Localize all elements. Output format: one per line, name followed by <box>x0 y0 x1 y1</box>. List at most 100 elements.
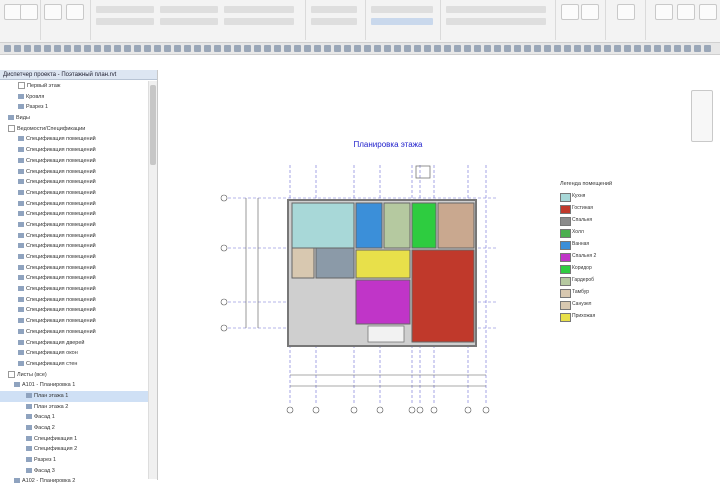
toolbar-icon[interactable] <box>314 45 321 52</box>
toolbar-icon[interactable] <box>384 45 391 52</box>
toolbar-icon[interactable] <box>464 45 471 52</box>
tree-item[interactable]: Спецификация помещений <box>0 295 148 306</box>
tree-item[interactable]: Ведомости/Спецификации <box>0 124 148 135</box>
toolbar-icon[interactable] <box>74 45 81 52</box>
toolbar-icon[interactable] <box>684 45 691 52</box>
ribbon-button[interactable] <box>371 6 433 13</box>
toolbar-icon[interactable] <box>244 45 251 52</box>
tree-item[interactable]: Спецификация помещений <box>0 284 148 295</box>
toolbar-icon[interactable] <box>614 45 621 52</box>
tree-item[interactable]: Спецификация помещений <box>0 327 148 338</box>
tree-item[interactable]: Спецификация помещений <box>0 167 148 178</box>
toolbar-icon[interactable] <box>484 45 491 52</box>
ribbon-button[interactable] <box>160 6 218 13</box>
toolbar-icon[interactable] <box>584 45 591 52</box>
tree-item[interactable]: Спецификация помещений <box>0 231 148 242</box>
toolbar-icon[interactable] <box>454 45 461 52</box>
toolbar-icon[interactable] <box>174 45 181 52</box>
toolbar-icon[interactable] <box>24 45 31 52</box>
ribbon-button[interactable] <box>699 4 717 20</box>
tree-item[interactable]: Разрез 1 <box>0 455 148 466</box>
drawing-canvas[interactable]: Планировка этажа Легенда помещений Кухня… <box>158 70 720 480</box>
tree-item[interactable]: Спецификация помещений <box>0 156 148 167</box>
tree-item[interactable]: Фасад 2 <box>0 423 148 434</box>
tree-item[interactable]: Спецификация помещений <box>0 188 148 199</box>
toolbar-icon[interactable] <box>694 45 701 52</box>
toolbar-icon[interactable] <box>434 45 441 52</box>
tree-item[interactable]: Разрез 1 <box>0 102 148 113</box>
expand-toggle-icon[interactable] <box>8 370 15 378</box>
toolbar-icon[interactable] <box>114 45 121 52</box>
toolbar-icon[interactable] <box>34 45 41 52</box>
toolbar-icon[interactable] <box>194 45 201 52</box>
toolbar-icon[interactable] <box>184 45 191 52</box>
ribbon-button[interactable] <box>655 4 673 20</box>
tree-item[interactable]: Спецификация помещений <box>0 263 148 274</box>
toolbar-icon[interactable] <box>224 45 231 52</box>
toolbar-icon[interactable] <box>294 45 301 52</box>
toolbar-icon[interactable] <box>214 45 221 52</box>
toolbar-icon[interactable] <box>564 45 571 52</box>
toolbar-icon[interactable] <box>404 45 411 52</box>
toolbar-icon[interactable] <box>254 45 261 52</box>
tree-item[interactable]: Виды <box>0 113 148 124</box>
toolbar-icon[interactable] <box>234 45 241 52</box>
toolbar-icon[interactable] <box>164 45 171 52</box>
toolbar-icon[interactable] <box>134 45 141 52</box>
toolbar-icon[interactable] <box>124 45 131 52</box>
tree-item[interactable]: А101 - Планировка 1 <box>0 380 148 391</box>
tree-item[interactable]: Листы (все) <box>0 370 148 381</box>
tree-item[interactable]: Кровля <box>0 92 148 103</box>
toolbar-icon[interactable] <box>104 45 111 52</box>
tree-item[interactable]: Спецификация помещений <box>0 305 148 316</box>
tree-scrollbar[interactable] <box>148 81 157 479</box>
toolbar-icon[interactable] <box>424 45 431 52</box>
toolbar-icon[interactable] <box>284 45 291 52</box>
toolbar-icon[interactable] <box>304 45 311 52</box>
toolbar-icon[interactable] <box>204 45 211 52</box>
toolbar-icon[interactable] <box>344 45 351 52</box>
toolbar-icon[interactable] <box>474 45 481 52</box>
toolbar-icon[interactable] <box>354 45 361 52</box>
toolbar-icon[interactable] <box>394 45 401 52</box>
ribbon-button[interactable] <box>311 18 357 25</box>
tree-item[interactable]: Спецификация 2 <box>0 444 148 455</box>
tree-item[interactable]: А102 - Планировка 2 <box>0 476 148 487</box>
toolbar-icon[interactable] <box>64 45 71 52</box>
toolbar-icon[interactable] <box>554 45 561 52</box>
tree-item[interactable]: Спецификация помещений <box>0 177 148 188</box>
ribbon-button[interactable] <box>224 18 294 25</box>
tree-item[interactable]: Спецификация стен <box>0 359 148 370</box>
expand-toggle-icon[interactable] <box>18 82 25 90</box>
toolbar-icon[interactable] <box>54 45 61 52</box>
tree-item[interactable]: План этажа 1 <box>0 390 148 402</box>
tree-item[interactable]: План этажа 2 <box>0 402 148 413</box>
ribbon-button[interactable] <box>561 4 579 20</box>
toolbar-icon[interactable] <box>504 45 511 52</box>
toolbar-icon[interactable] <box>44 45 51 52</box>
toolbar-icon[interactable] <box>414 45 421 52</box>
tree-item[interactable]: Спецификация помещений <box>0 134 148 145</box>
toolbar-icon[interactable] <box>84 45 91 52</box>
ribbon-button[interactable] <box>96 18 154 25</box>
toolbar-icon[interactable] <box>4 45 11 52</box>
toolbar-icon[interactable] <box>574 45 581 52</box>
ribbon-button[interactable] <box>446 18 546 25</box>
tree-item[interactable]: Спецификация помещений <box>0 209 148 220</box>
ribbon-button[interactable] <box>44 4 62 20</box>
toolbar-icon[interactable] <box>154 45 161 52</box>
toolbar-icon[interactable] <box>14 45 21 52</box>
tree-item[interactable]: Фасад 1 <box>0 412 148 423</box>
tree-scrollbar-thumb[interactable] <box>150 85 156 165</box>
toolbar-icon[interactable] <box>624 45 631 52</box>
ribbon-button[interactable] <box>446 6 546 13</box>
tree-item[interactable]: Спецификация помещений <box>0 252 148 263</box>
ribbon-button[interactable] <box>20 4 38 20</box>
toolbar-icon[interactable] <box>94 45 101 52</box>
toolbar-icon[interactable] <box>534 45 541 52</box>
toolbar-icon[interactable] <box>634 45 641 52</box>
expand-toggle-icon[interactable] <box>8 124 15 132</box>
toolbar-icon[interactable] <box>674 45 681 52</box>
ribbon-button[interactable] <box>96 6 154 13</box>
tree-item[interactable]: Фасад 3 <box>0 466 148 477</box>
